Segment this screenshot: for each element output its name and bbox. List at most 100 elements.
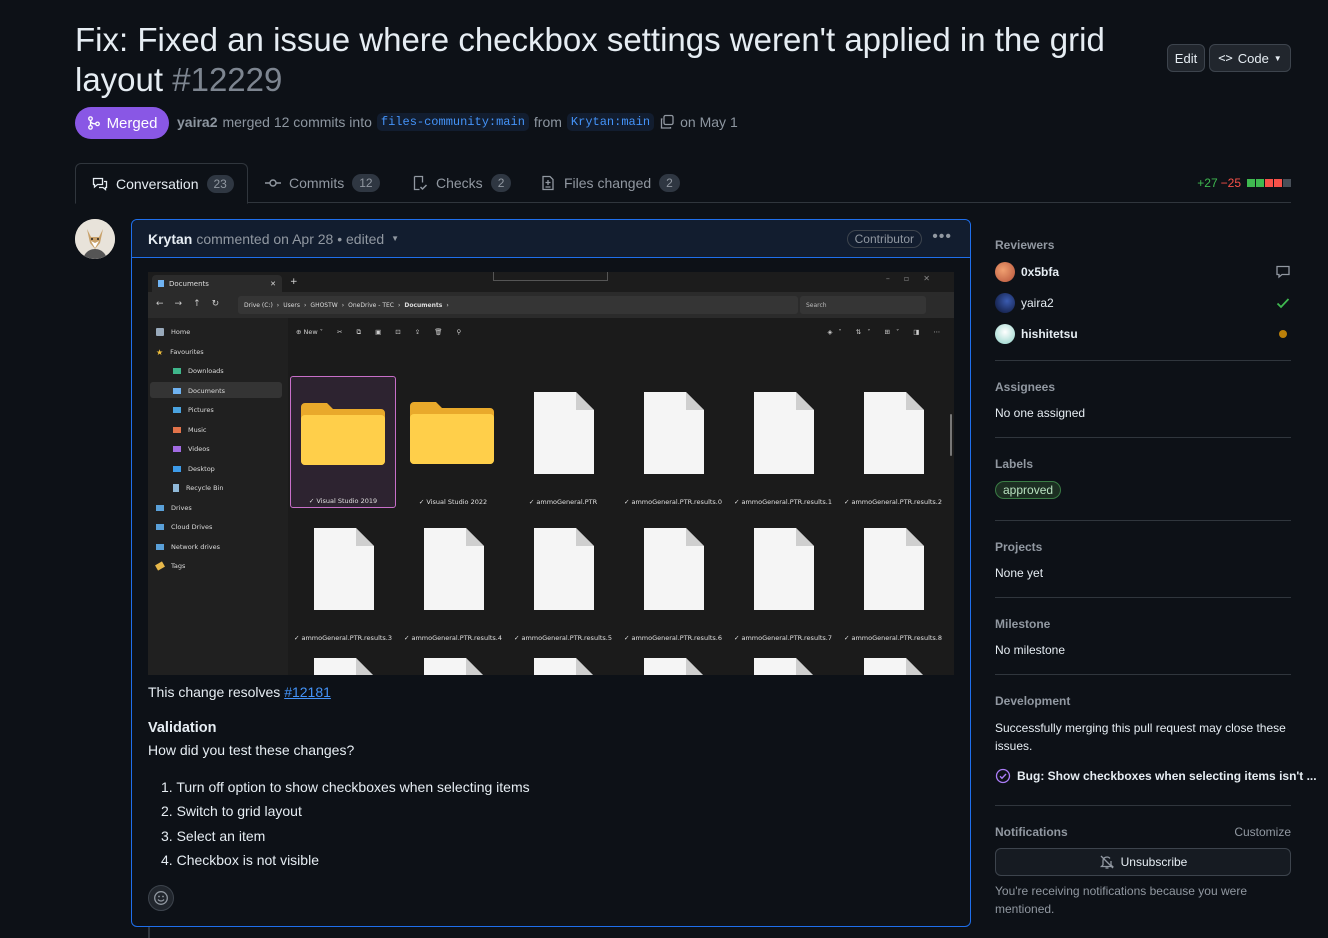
fe-file-icon	[534, 392, 594, 474]
avatar[interactable]	[75, 219, 115, 259]
tab-files-changed[interactable]: Files changed 2	[540, 163, 680, 203]
fe-tab-title: Documents	[169, 279, 209, 288]
customize-link[interactable]: Customize	[1234, 825, 1291, 839]
diff-deletions: −25	[1220, 176, 1241, 190]
file-diff-icon	[542, 175, 554, 191]
linked-issue-title: Bug: Show checkboxes when selecting item…	[1017, 769, 1317, 783]
fe-new-label: New	[303, 328, 318, 336]
divider	[995, 805, 1291, 806]
fe-nav-label: Home	[171, 328, 191, 336]
fe-file-icon	[534, 658, 594, 675]
edit-button[interactable]: Edit	[1167, 44, 1205, 72]
comment-edited[interactable]: • edited	[337, 231, 384, 247]
fe-file-icon	[754, 392, 814, 474]
issue-link[interactable]: #12181	[284, 684, 331, 700]
unsubscribe-button[interactable]: Unsubscribe	[995, 848, 1291, 876]
merger-link[interactable]: yaira2	[177, 114, 217, 130]
fe-copy-icon: ⧉	[356, 327, 362, 336]
divider	[995, 360, 1291, 361]
tab-conversation[interactable]: Conversation 23	[75, 163, 248, 204]
fe-close-icon: ✕	[270, 279, 276, 288]
fe-new-button: ⊕ New ˅	[296, 328, 324, 336]
fe-item-file-partial	[840, 648, 946, 675]
comment-author[interactable]: Krytan	[148, 231, 192, 247]
code-button[interactable]: <> Code ▼	[1209, 44, 1291, 72]
reviewers-heading[interactable]: Reviewers	[995, 238, 1054, 252]
fe-folder-large-icon	[410, 402, 494, 464]
fe-item-file-partial	[620, 648, 726, 675]
fe-item-name: ammoGeneral.PTR.results.8	[851, 634, 943, 642]
fe-item-caption: ✓ ammoGeneral.PTR.results.7	[733, 634, 833, 642]
development-text: Successfully merging this pull request m…	[995, 721, 1286, 753]
fe-item-caption: ✓ Visual Studio 2019	[308, 497, 378, 505]
pr-title: Fix: Fixed an issue where checkbox setti…	[75, 20, 1165, 100]
fe-content: ⊕ New ˅ ✂ ⧉ ▣ ⊡ ⇪ 🗑 ⚲ ◈˅ ⇅˅ ⊞˅ ◨ ⋯ ✓ Visual St…	[288, 318, 954, 675]
comment-action[interactable]: commented on Apr 28	[196, 231, 333, 247]
fe-file-icon	[864, 528, 924, 610]
timeline-line	[148, 927, 150, 938]
fe-item-file: ✓ ammoGeneral.PTR.results.0	[620, 376, 726, 508]
fe-nav-cloud-drives: Cloud Drives	[156, 520, 212, 534]
milestone-heading[interactable]: Milestone	[995, 617, 1050, 631]
base-branch[interactable]: files-community:main	[376, 113, 529, 131]
checklist-icon	[413, 175, 428, 191]
tab-checks[interactable]: Checks 2	[412, 163, 512, 203]
label-approved[interactable]: approved	[995, 481, 1062, 499]
fe-path-4: Documents	[404, 301, 443, 309]
avatar	[995, 324, 1015, 344]
comment-header: Krytan commented on Apr 28 • edited ▼ Co…	[132, 220, 970, 258]
fe-item-file: ✓ ammoGeneral.PTR.results.5	[510, 512, 616, 644]
kebab-horizontal-icon[interactable]: •••	[932, 228, 952, 246]
avatar	[995, 293, 1015, 313]
resolves-line: This change resolves #12181	[148, 684, 331, 700]
assignees-heading[interactable]: Assignees	[995, 380, 1055, 394]
labels-heading[interactable]: Labels	[995, 457, 1033, 471]
fe-properties-icon: ⚲	[456, 328, 462, 336]
tab-commits[interactable]: Commits 12	[265, 163, 380, 203]
fe-item-file: ✓ ammoGeneral.PTR.results.1	[730, 376, 836, 508]
fe-item-file-partial	[510, 648, 616, 675]
chevron-down-icon[interactable]: ▼	[391, 234, 399, 243]
fe-item-file: ✓ ammoGeneral.PTR.results.4	[400, 512, 506, 644]
validation-heading: Validation	[148, 720, 217, 736]
notification-reason: You're receiving notifications because y…	[995, 884, 1247, 916]
head-branch[interactable]: Krytan:main	[566, 113, 655, 131]
fe-item-file-partial	[290, 648, 396, 675]
fe-item-name: ammoGeneral.PTR.results.6	[631, 634, 723, 642]
reviewer-item: yaira2	[995, 293, 1054, 313]
fe-item-caption: ✓ ammoGeneral.PTR.results.0	[623, 498, 723, 506]
embedded-screenshot[interactable]: Documents ✕ + –▫✕ ←→↑↻ Drive (C:) › Users…	[148, 272, 954, 675]
list-item: 1. Turn off option to show checkboxes wh…	[161, 779, 530, 795]
merged-label: Merged	[106, 114, 158, 132]
fe-item-name: ammoGeneral.PTR.results.5	[521, 634, 613, 642]
fe-folder-icon	[158, 280, 164, 287]
fe-file-icon	[644, 528, 704, 610]
fe-share-icon: ⇪	[414, 328, 421, 336]
linked-issue[interactable]: Bug: Show checkboxes when selecting item…	[995, 768, 1317, 784]
add-reaction-button[interactable]	[148, 885, 174, 911]
fe-search-label: Search	[806, 301, 827, 309]
fe-item-file: ✓ ammoGeneral.PTR.results.3	[290, 512, 396, 644]
divider	[995, 520, 1291, 521]
reviewer-name[interactable]: yaira2	[1021, 296, 1054, 310]
projects-heading[interactable]: Projects	[995, 540, 1042, 554]
divider	[995, 597, 1291, 598]
comment-icon	[1276, 265, 1290, 279]
resolves-text: This change resolves	[148, 684, 281, 700]
fe-item-caption: ✓ ammoGeneral.PTR	[528, 498, 598, 506]
merge-date: on May 1	[680, 114, 738, 130]
fe-path-0: Drive (C:)	[244, 301, 273, 309]
fe-item-file: ✓ ammoGeneral.PTR	[510, 376, 616, 508]
reviewer-item: hishitetsu	[995, 324, 1078, 344]
tab-files-changed-label: Files changed	[564, 175, 652, 191]
development-heading[interactable]: Development	[995, 694, 1070, 708]
fe-search: Search	[800, 296, 926, 314]
fe-view-controls-icon: ◈˅ ⇅˅ ⊞˅ ◨ ⋯	[827, 328, 946, 336]
reviewer-name[interactable]: 0x5bfa	[1021, 265, 1059, 279]
fe-path-2: GHOSTW	[310, 301, 338, 309]
caret-down-icon: ▼	[1273, 53, 1282, 63]
fe-file-icon	[534, 528, 594, 610]
reviewer-name[interactable]: hishitetsu	[1021, 327, 1078, 341]
fe-file-icon	[644, 658, 704, 675]
copy-icon[interactable]	[659, 114, 675, 130]
